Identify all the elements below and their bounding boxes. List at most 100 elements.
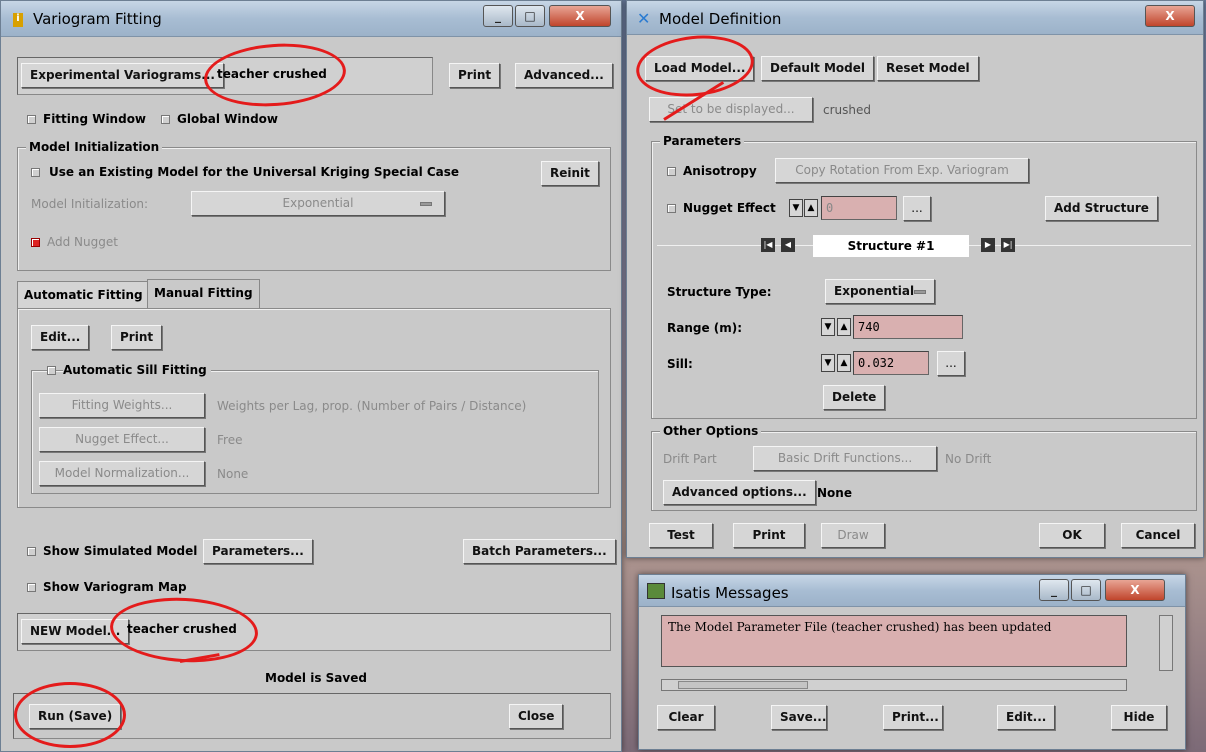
nugget-effect-button[interactable]: Nugget Effect... xyxy=(39,427,205,452)
structure-type-value: Exponential xyxy=(834,284,915,298)
previous-structure-icon[interactable]: ◀ xyxy=(781,238,795,252)
test-button[interactable]: Test xyxy=(649,523,713,548)
decrement-icon[interactable]: ▼ xyxy=(789,199,803,217)
fitting-weights-button[interactable]: Fitting Weights... xyxy=(39,393,205,418)
nugget-more-button[interactable]: ... xyxy=(903,196,931,221)
automatic-sill-label: Automatic Sill Fitting xyxy=(63,363,211,377)
last-structure-icon[interactable]: ▶| xyxy=(1001,238,1015,252)
title-bar[interactable]: i Variogram Fitting _ □ X xyxy=(1,1,621,37)
nugget-effect-checkbox[interactable] xyxy=(667,204,676,213)
new-model-value: teacher crushed xyxy=(127,622,237,636)
sill-more-button[interactable]: ... xyxy=(937,351,965,376)
add-structure-button[interactable]: Add Structure xyxy=(1045,196,1158,221)
nugget-effect-label: Nugget Effect xyxy=(683,201,776,215)
model-init-value: Exponential xyxy=(282,196,354,210)
message-area[interactable]: The Model Parameter File (teacher crushe… xyxy=(661,615,1127,667)
group-title: Model Initialization xyxy=(26,140,163,154)
minimize-button[interactable]: _ xyxy=(483,5,513,27)
clear-button[interactable]: Clear xyxy=(657,705,715,730)
first-structure-icon[interactable]: |◀ xyxy=(761,238,775,252)
fitting-weights-value: Weights per Lag, prop. (Number of Pairs … xyxy=(217,399,527,413)
edit-button[interactable]: Edit... xyxy=(31,325,90,350)
set-display-button[interactable]: Set to be displayed... xyxy=(649,97,813,122)
edit-button[interactable]: Edit... xyxy=(997,705,1055,730)
ok-button[interactable]: OK xyxy=(1039,523,1105,548)
maximize-button[interactable]: □ xyxy=(515,5,545,27)
next-structure-icon[interactable]: ▶ xyxy=(981,238,995,252)
fitting-window-checkbox[interactable] xyxy=(27,115,36,124)
sill-input[interactable]: 0.032 xyxy=(853,351,929,375)
close-window-button[interactable]: X xyxy=(1105,579,1165,601)
model-definition-window: ✕ Model Definition X Load Model... Defau… xyxy=(626,0,1204,558)
basic-drift-button[interactable]: Basic Drift Functions... xyxy=(753,446,937,471)
title-bar[interactable]: Isatis Messages _ □ X xyxy=(639,575,1185,607)
show-variogram-map-checkbox[interactable] xyxy=(27,583,36,592)
group-title: Other Options xyxy=(660,424,762,438)
increment-icon[interactable]: ▲ xyxy=(804,199,818,217)
save-button[interactable]: Save... xyxy=(771,705,827,730)
horizontal-scrollbar[interactable] xyxy=(661,679,1127,691)
use-existing-model-checkbox[interactable] xyxy=(31,168,40,177)
run-save-button[interactable]: Run (Save) xyxy=(29,704,122,729)
reinit-button[interactable]: Reinit xyxy=(541,161,599,186)
advanced-options-button[interactable]: Advanced options... xyxy=(663,480,816,505)
model-init-dropdown[interactable]: Exponential xyxy=(191,191,445,216)
structure-type-dropdown[interactable]: Exponential xyxy=(825,279,935,304)
close-window-button[interactable]: X xyxy=(1145,5,1195,27)
dropdown-indicator-icon xyxy=(420,202,432,206)
reset-model-button[interactable]: Reset Model xyxy=(877,56,979,81)
automatic-sill-checkbox[interactable] xyxy=(47,366,56,375)
title-bar[interactable]: ✕ Model Definition X xyxy=(627,1,1203,35)
batch-parameters-button[interactable]: Batch Parameters... xyxy=(463,539,616,564)
load-model-button[interactable]: Load Model... xyxy=(645,56,755,81)
print-fitting-button[interactable]: Print xyxy=(111,325,163,350)
default-model-button[interactable]: Default Model xyxy=(761,56,875,81)
close-window-button[interactable]: X xyxy=(549,5,611,27)
decrement-icon[interactable]: ▼ xyxy=(821,318,835,336)
print-button[interactable]: Print xyxy=(733,523,805,548)
scroll-thumb[interactable] xyxy=(678,681,808,689)
drift-part-label: Drift Part xyxy=(663,452,717,466)
isatis-messages-window: Isatis Messages _ □ X The Model Paramete… xyxy=(638,574,1186,750)
tab-automatic-fitting[interactable]: Automatic Fitting xyxy=(17,281,150,309)
model-normalization-button[interactable]: Model Normalization... xyxy=(39,461,205,486)
anisotropy-checkbox[interactable] xyxy=(667,167,676,176)
draw-button[interactable]: Draw xyxy=(821,523,885,548)
increment-icon[interactable]: ▲ xyxy=(837,318,851,336)
print-button[interactable]: Print... xyxy=(883,705,943,730)
cancel-button[interactable]: Cancel xyxy=(1121,523,1195,548)
group-title: Parameters xyxy=(660,134,745,148)
add-nugget-checkbox[interactable] xyxy=(31,238,40,247)
global-window-checkbox[interactable] xyxy=(161,115,170,124)
tab-manual-fitting[interactable]: Manual Fitting xyxy=(147,279,260,309)
nugget-input[interactable]: 0 xyxy=(821,196,897,220)
app-icon: i xyxy=(13,13,23,27)
anisotropy-label: Anisotropy xyxy=(683,164,757,178)
nugget-effect-value: Free xyxy=(217,433,243,447)
show-simulated-checkbox[interactable] xyxy=(27,547,36,556)
window-title: Model Definition xyxy=(659,10,782,28)
increment-icon[interactable]: ▲ xyxy=(837,354,851,372)
delete-button[interactable]: Delete xyxy=(823,385,886,410)
message-text: The Model Parameter File (teacher crushe… xyxy=(668,620,1052,634)
model-init-label: Model Initialization: xyxy=(31,197,149,211)
parameters-button[interactable]: Parameters... xyxy=(203,539,313,564)
copy-rotation-button[interactable]: Copy Rotation From Exp. Variogram xyxy=(775,158,1029,183)
minimize-button[interactable]: _ xyxy=(1039,579,1069,601)
dropdown-indicator-icon xyxy=(914,290,926,294)
new-model-button[interactable]: NEW Model... xyxy=(21,619,130,644)
decrement-icon[interactable]: ▼ xyxy=(821,354,835,372)
no-drift-value: No Drift xyxy=(945,452,992,466)
structure-type-label: Structure Type: xyxy=(667,285,772,299)
app-icon xyxy=(647,583,665,599)
advanced-button[interactable]: Advanced... xyxy=(515,63,613,88)
close-button[interactable]: Close xyxy=(509,704,564,729)
range-label: Range (m): xyxy=(667,321,743,335)
range-input[interactable]: 740 xyxy=(853,315,963,339)
print-button[interactable]: Print xyxy=(449,63,501,88)
maximize-button[interactable]: □ xyxy=(1071,579,1101,601)
hide-button[interactable]: Hide xyxy=(1111,705,1167,730)
x-logo-icon: ✕ xyxy=(637,9,651,28)
experimental-variograms-button[interactable]: Experimental Variograms... xyxy=(21,63,224,88)
vertical-scrollbar[interactable] xyxy=(1159,615,1173,671)
